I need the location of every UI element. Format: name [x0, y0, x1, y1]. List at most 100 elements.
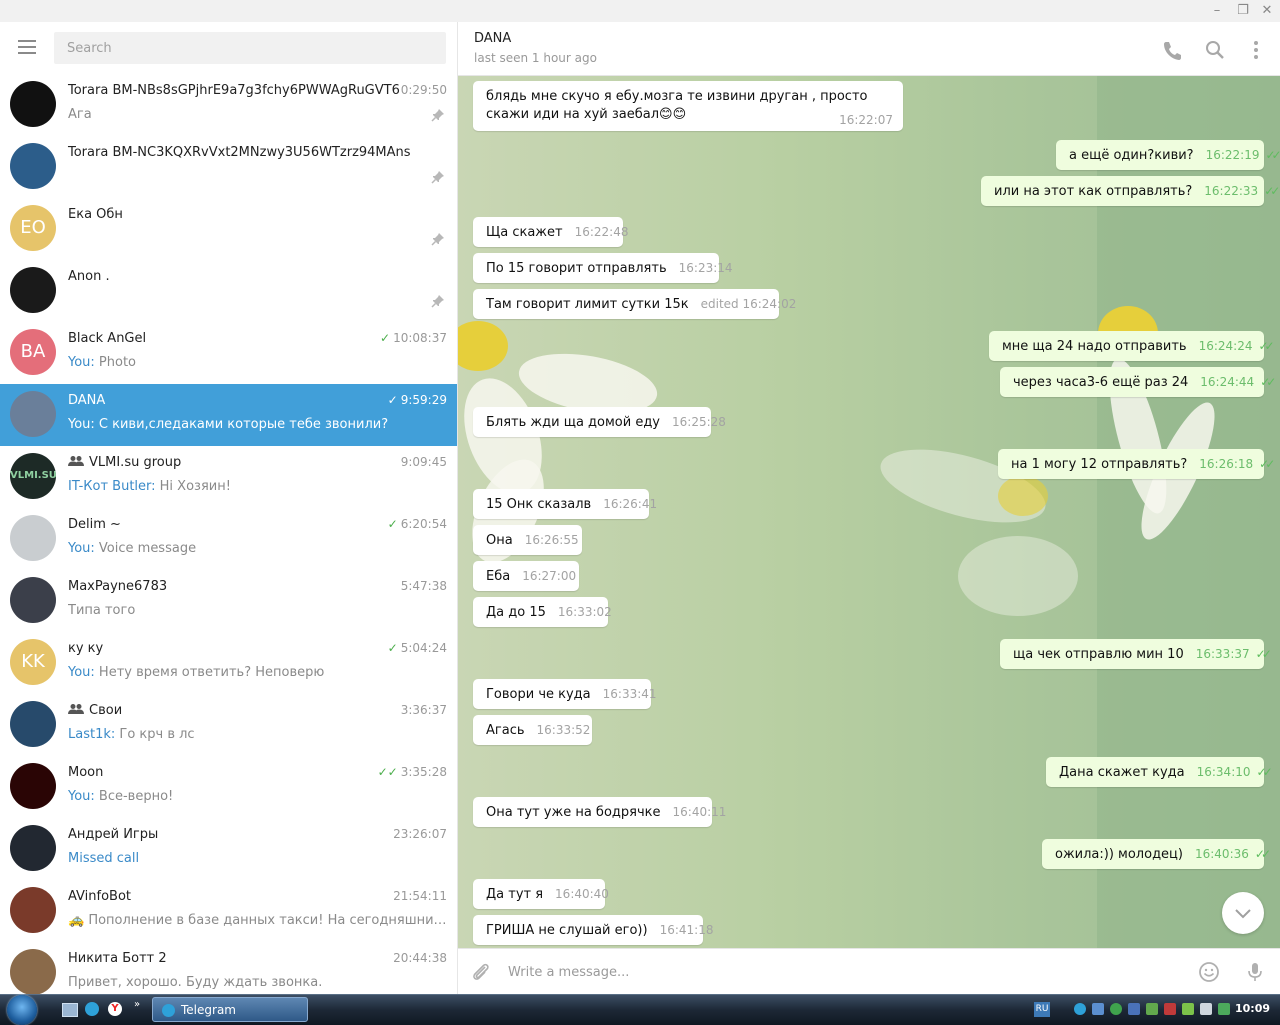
language-indicator[interactable]: RU: [1034, 1002, 1050, 1017]
incoming-message[interactable]: Она 16:26:55: [473, 525, 582, 555]
show-desktop-icon[interactable]: [62, 1003, 78, 1017]
incoming-message[interactable]: Еба 16:27:00: [473, 561, 579, 591]
incoming-message[interactable]: Блять жди ща домой еду 16:25:28: [473, 407, 726, 437]
search-input[interactable]: [54, 32, 446, 64]
incoming-message[interactable]: Да до 15 16:33:02: [473, 597, 612, 627]
preview-text: Ага: [68, 107, 92, 122]
message-time: 16:24:44: [1200, 375, 1255, 389]
close-button[interactable]: ✕: [1256, 2, 1278, 20]
chat-name-text: Torara BM-NC3KQXRvVxt2MNzwy3U56WTzrz94MA…: [68, 145, 411, 160]
peer-name[interactable]: DANA: [474, 31, 511, 46]
incoming-message[interactable]: Там говорит лимит сутки 15к edited 16:24:…: [473, 289, 796, 319]
chevron-down-icon: [1235, 909, 1251, 919]
incoming-message[interactable]: 15 Онк сказалв 16:26:41: [473, 489, 657, 519]
outgoing-message[interactable]: на 1 могу 12 отправлять? 16:26:18 ✓✓: [998, 449, 1275, 479]
chat-name-text: MaxPayne6783: [68, 579, 168, 594]
incoming-message[interactable]: Говори че куда 16:33:41: [473, 679, 657, 709]
chat-list-item[interactable]: Delim ~ ✓ 6:20:54 You: Voice message: [0, 508, 457, 570]
tray-app-icon[interactable]: [1110, 1003, 1122, 1015]
wallpaper-flower-core: [998, 476, 1048, 516]
chat-list-item[interactable]: VLMI.SU VLMI.su group 9:09:45 IT-Кот Butler…: [0, 446, 457, 508]
quicklaunch-expand-icon[interactable]: »: [134, 999, 140, 1010]
outgoing-message[interactable]: через часа3-6 ещё раз 24 16:24:44 ✓✓: [1000, 367, 1276, 397]
outgoing-message[interactable]: мне ща 24 надо отправить 16:24:24 ✓✓: [989, 331, 1275, 361]
chat-list-item[interactable]: Свои 3:36:37 Last1k: Го крч в лс: [0, 694, 457, 756]
preview-sender: IT-Кот Butler:: [68, 479, 160, 494]
chat-name-text: Андрей Игры: [68, 827, 159, 842]
preview-text: Типа того: [68, 603, 136, 618]
preview-text: Photo: [98, 355, 137, 370]
chat-time: 9:09:45: [401, 455, 447, 469]
telegram-quicklaunch-icon[interactable]: [85, 1002, 99, 1016]
maximize-button[interactable]: ❐: [1232, 2, 1254, 20]
outgoing-message[interactable]: или на этот как отправлять? 16:22:33 ✓✓: [981, 176, 1280, 206]
minimize-button[interactable]: –: [1206, 2, 1228, 20]
chat-time: 23:26:07: [393, 827, 447, 841]
chat-time: 5:47:38: [401, 579, 447, 593]
chat-preview: Missed call: [68, 851, 448, 866]
outgoing-message[interactable]: а ещё один?киви? 16:22:19 ✓✓: [1056, 140, 1280, 170]
message-text: Да тут я: [486, 887, 544, 902]
chat-list-item[interactable]: AVinfoBot 21:54:11 🚕 Пополнение в базе дан…: [0, 880, 457, 942]
chat-list-item[interactable]: Anon .: [0, 260, 457, 322]
chat-time-text: 3:36:37: [400, 703, 447, 717]
message-text: блядь мне скучо я ебу.мозга те извини др…: [486, 89, 868, 122]
chat-list-item[interactable]: Никита Ботт 2 20:44:38 Привет, хорошо. Буд…: [0, 942, 457, 994]
emoji-icon[interactable]: [1198, 961, 1220, 983]
message-area[interactable]: блядь мне скучо я ебу.мозга те извини др…: [458, 76, 1280, 948]
chat-list-item[interactable]: DANA ✓ 9:59:29 You: С киви,следаками которы…: [0, 384, 457, 446]
microphone-icon[interactable]: [1244, 961, 1266, 983]
chat-name: Anon .: [68, 269, 110, 284]
tray-app-icon[interactable]: [1182, 1003, 1194, 1015]
chat-name-text: DANA: [68, 393, 106, 408]
chat-list-item[interactable]: EO Ека Обн: [0, 198, 457, 260]
scroll-down-button[interactable]: [1222, 892, 1264, 934]
telegram-tray-icon[interactable]: [1074, 1003, 1086, 1015]
yandex-browser-icon[interactable]: Y: [108, 1002, 122, 1016]
chat-name-text: VLMI.su group: [89, 455, 182, 470]
message-text: мне ща 24 надо отправить: [1002, 339, 1187, 354]
tray-app-icon[interactable]: [1164, 1003, 1176, 1015]
phone-icon[interactable]: [1161, 39, 1183, 61]
incoming-message[interactable]: По 15 говорит отправлять 16:23:14: [473, 253, 733, 283]
incoming-message[interactable]: Да тут я 16:40:40: [473, 879, 609, 909]
incoming-message[interactable]: Ща скажет 16:22:48: [473, 217, 628, 247]
tray-app-icon[interactable]: [1146, 1003, 1158, 1015]
incoming-message[interactable]: Она тут уже на бодрячке 16:40:11: [473, 797, 726, 827]
chat-list-item[interactable]: KK ку ку ✓ 5:04:24 You: Нету время ответить?…: [0, 632, 457, 694]
chat-list-item[interactable]: Torara BM-NBs8sGPjhrE9a7g3fchy6PWWAgRuGV…: [0, 74, 457, 136]
chat-time: ✓✓ 3:35:28: [378, 765, 447, 779]
start-button[interactable]: [7, 995, 37, 1025]
chat-list-item[interactable]: Андрей Игры 23:26:07 Missed call: [0, 818, 457, 880]
chat-preview: You: Нету время ответить? Неповерю: [68, 665, 448, 680]
chat-list-item[interactable]: Moon ✓✓ 3:35:28 You: Все-верно!: [0, 756, 457, 818]
message-time: 16:40:40: [555, 887, 609, 901]
tray-app-icon[interactable]: [1218, 1003, 1230, 1015]
message-input[interactable]: [508, 960, 1188, 984]
chat-list-item[interactable]: Torara BM-NC3KQXRvVxt2MNzwy3U56WTzrz94MA…: [0, 136, 457, 198]
outgoing-message[interactable]: ща чек отправлю мин 10 16:33:37 ✓✓: [1000, 639, 1272, 669]
message-text: Она тут уже на бодрячке: [486, 805, 661, 820]
chat-list-item[interactable]: MaxPayne6783 5:47:38 Типа того: [0, 570, 457, 632]
message-text: ГРИША не слушай его)): [486, 923, 648, 938]
outgoing-message[interactable]: Дана скажет куда 16:34:10 ✓✓: [1046, 757, 1273, 787]
tray-app-icon[interactable]: [1128, 1003, 1140, 1015]
chat-name-text: ку ку: [68, 641, 104, 656]
sidebar-header: [0, 22, 457, 74]
more-options-icon[interactable]: [1245, 39, 1267, 61]
message-time: 16:26:41: [603, 497, 658, 511]
search-icon[interactable]: [1204, 39, 1226, 61]
message-text: ожила:)) молодец): [1055, 847, 1183, 862]
taskbar-telegram-button[interactable]: Telegram: [152, 997, 308, 1022]
chat-list-item[interactable]: BA Black AnGel ✓ 10:08:37 You: Photo: [0, 322, 457, 384]
network-tray-icon[interactable]: [1092, 1003, 1104, 1015]
outgoing-message[interactable]: ожила:)) молодец) 16:40:36 ✓✓: [1042, 839, 1271, 869]
incoming-message[interactable]: Агась 16:33:52: [473, 715, 592, 745]
attach-icon[interactable]: [470, 961, 492, 983]
volume-tray-icon[interactable]: [1200, 1003, 1212, 1015]
incoming-message[interactable]: ГРИША не слушай его)) 16:41:18: [473, 915, 713, 945]
taskbar-clock[interactable]: 10:09: [1235, 1002, 1270, 1015]
menu-icon[interactable]: [18, 40, 36, 54]
double-check-icon: ✓✓: [1254, 847, 1271, 861]
incoming-message[interactable]: блядь мне скучо я ебу.мозга те извини др…: [473, 81, 903, 131]
